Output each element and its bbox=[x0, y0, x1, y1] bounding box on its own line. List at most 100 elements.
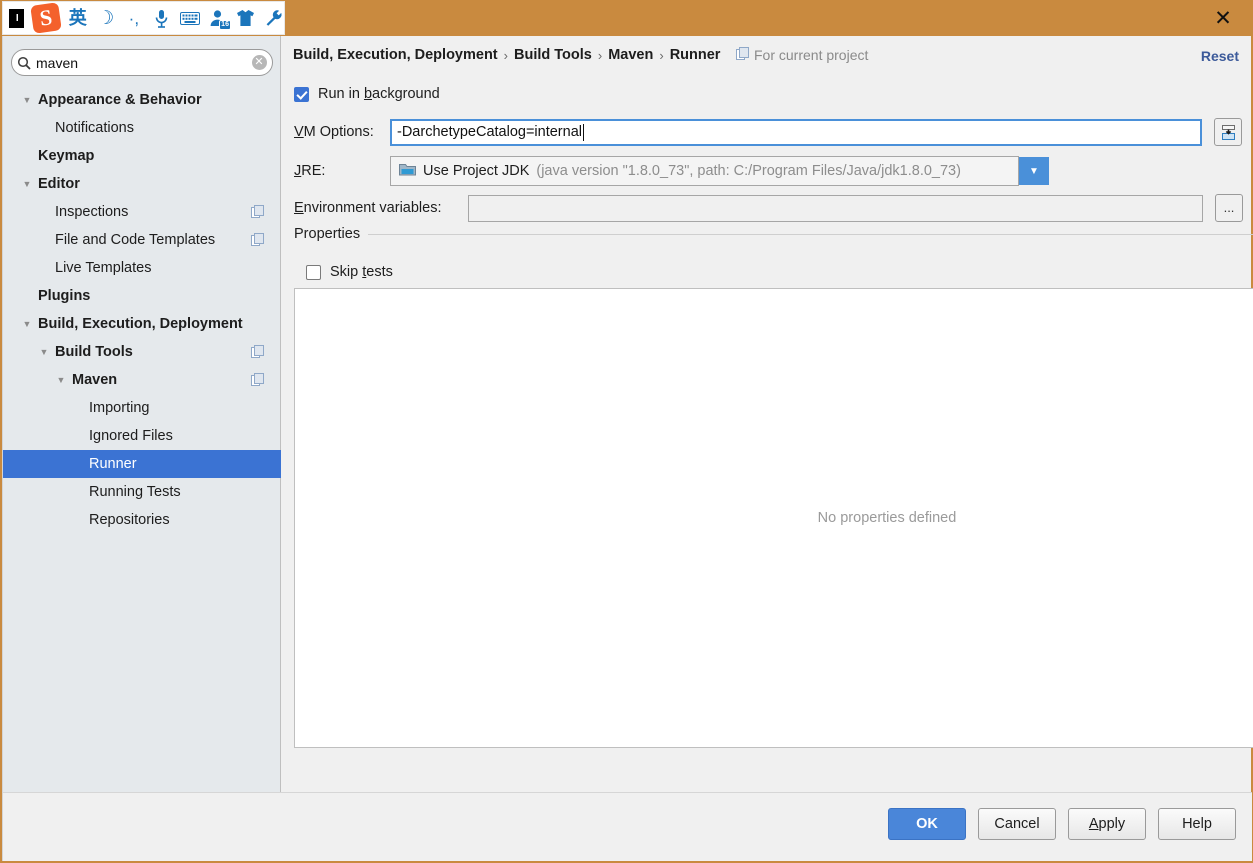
tree-expand-arrow-icon[interactable]: ▼ bbox=[38, 346, 50, 358]
sidebar-item-label: Running Tests bbox=[89, 484, 181, 500]
help-button[interactable]: Help bbox=[1158, 808, 1236, 840]
settings-search-box[interactable]: ✕ bbox=[11, 49, 273, 76]
search-icon bbox=[12, 50, 36, 75]
vm-options-value: -DarchetypeCatalog=internal bbox=[397, 124, 582, 140]
breadcrumb-separator: › bbox=[503, 47, 508, 63]
close-icon[interactable]: ✕ bbox=[1201, 0, 1245, 36]
sidebar-item-label: Repositories bbox=[89, 512, 170, 528]
vm-options-input[interactable]: -DarchetypeCatalog=internal bbox=[390, 118, 1202, 146]
tree-expand-arrow-icon[interactable]: ▼ bbox=[21, 318, 33, 330]
group-divider bbox=[368, 233, 1253, 235]
vm-options-expand-button[interactable] bbox=[1214, 118, 1242, 146]
sidebar-item-label: File and Code Templates bbox=[55, 232, 216, 248]
user-center-icon[interactable]: 16 bbox=[208, 6, 231, 30]
sidebar-item-label: Build, Execution, Deployment bbox=[38, 316, 243, 332]
sidebar-item-editor[interactable]: ▼ Editor bbox=[3, 170, 281, 198]
ime-input-mode-icon[interactable]: I bbox=[9, 8, 25, 28]
settings-sidebar: ✕ ▼ Appearance & Behavior Notifications Key… bbox=[3, 36, 281, 792]
sidebar-item-label: Runner bbox=[89, 456, 137, 472]
sidebar-item-label: Maven bbox=[72, 372, 118, 388]
moon-icon[interactable]: ☽ bbox=[96, 6, 116, 30]
sidebar-item-ignored-files[interactable]: Ignored Files bbox=[3, 422, 281, 450]
settings-dialog-window: I S 英 ☽ ·, 16 ✕ maven ✕ ▼ Appearance & B… bbox=[0, 0, 1253, 863]
breadcrumb-segment: Runner bbox=[669, 47, 721, 63]
breadcrumb: Build, Execution, Deployment › Build Tools… bbox=[293, 47, 720, 63]
breadcrumb-segment: Maven bbox=[608, 47, 654, 63]
ok-button[interactable]: OK bbox=[888, 808, 966, 840]
skin-shirt-icon[interactable] bbox=[236, 6, 256, 30]
sidebar-item-label: Inspections bbox=[55, 204, 129, 220]
tree-expand-arrow-icon[interactable]: ▼ bbox=[55, 374, 67, 386]
tree-expand-arrow-icon[interactable]: ▼ bbox=[21, 94, 33, 106]
skip-tests-row[interactable]: Skip tests bbox=[306, 264, 393, 280]
sidebar-item-label: Plugins bbox=[38, 288, 91, 304]
user-center-badge: 16 bbox=[219, 20, 231, 30]
sidebar-item-label: Build Tools bbox=[55, 344, 133, 360]
jre-detail: (java version "1.8.0_73", path: C:/Progr… bbox=[536, 163, 961, 179]
properties-group-header: Properties bbox=[294, 226, 1253, 242]
jre-label: JRE: bbox=[294, 163, 326, 179]
tree-expand-arrow-icon[interactable]: ▼ bbox=[21, 178, 33, 190]
text-caret bbox=[582, 123, 584, 141]
run-in-background-row[interactable]: Run in background bbox=[294, 86, 440, 102]
soft-keyboard-icon[interactable] bbox=[179, 6, 200, 30]
jre-value: Use Project JDK bbox=[423, 163, 530, 179]
environment-variables-browse-button[interactable]: ... bbox=[1215, 194, 1243, 222]
sidebar-item-running-tests[interactable]: Running Tests bbox=[3, 478, 281, 506]
comma-punctuation-icon[interactable]: ·, bbox=[124, 6, 144, 30]
properties-table[interactable]: No properties defined bbox=[294, 288, 1253, 748]
project-scope-label: For current project bbox=[754, 47, 869, 63]
properties-empty-message: No properties defined bbox=[817, 510, 957, 526]
search-input[interactable] bbox=[36, 54, 246, 71]
breadcrumb-separator: › bbox=[659, 47, 664, 63]
sidebar-item-repositories[interactable]: Repositories bbox=[3, 506, 281, 534]
jre-dropdown-arrow-icon[interactable]: ▼ bbox=[1019, 157, 1049, 185]
properties-group-title: Properties bbox=[294, 226, 361, 242]
sidebar-item-maven[interactable]: ▼ Maven bbox=[3, 366, 281, 394]
vm-options-label: VM Options: bbox=[294, 124, 374, 140]
jdk-folder-icon bbox=[399, 162, 416, 180]
settings-dialog: ✕ ▼ Appearance & Behavior Notifications Key… bbox=[2, 36, 1253, 861]
dialog-footer: OK Cancel Apply Help bbox=[3, 792, 1252, 861]
chinese-english-toggle-icon[interactable]: 英 bbox=[68, 6, 88, 30]
project-scope-icon bbox=[251, 233, 264, 246]
project-scope-icon bbox=[251, 373, 264, 386]
window-title-bar: I S 英 ☽ ·, 16 ✕ bbox=[0, 0, 1253, 36]
sidebar-item-plugins[interactable]: Plugins bbox=[3, 282, 281, 310]
clear-search-icon[interactable]: ✕ bbox=[246, 50, 272, 75]
sidebar-item-notifications[interactable]: Notifications bbox=[3, 114, 281, 142]
project-scope-icon bbox=[251, 205, 264, 218]
sidebar-item-label: Importing bbox=[89, 400, 150, 416]
run-in-background-checkbox[interactable] bbox=[294, 86, 309, 102]
toolbox-wrench-icon[interactable] bbox=[264, 6, 284, 30]
sidebar-item-build-tools[interactable]: ▼ Build Tools bbox=[3, 338, 281, 366]
sogou-logo-icon[interactable]: S bbox=[32, 3, 59, 33]
apply-button[interactable]: Apply bbox=[1068, 808, 1146, 840]
settings-tree: ▼ Appearance & Behavior Notifications Keyma… bbox=[3, 86, 281, 534]
jre-combobox[interactable]: Use Project JDK (java version "1.8.0_73"… bbox=[390, 156, 1019, 186]
skip-tests-checkbox[interactable] bbox=[306, 264, 321, 280]
sogou-ime-toolbar[interactable]: I S 英 ☽ ·, 16 bbox=[2, 1, 285, 35]
environment-variables-input[interactable] bbox=[468, 194, 1203, 222]
sidebar-item-label: Editor bbox=[38, 176, 80, 192]
sidebar-item-label: Keymap bbox=[38, 148, 95, 164]
sidebar-item-live-templates[interactable]: Live Templates bbox=[3, 254, 281, 282]
breadcrumb-separator: › bbox=[597, 47, 603, 63]
sidebar-item-label: Live Templates bbox=[55, 260, 152, 276]
reset-link[interactable]: Reset bbox=[1201, 48, 1239, 64]
sidebar-item-importing[interactable]: Importing bbox=[3, 394, 281, 422]
cancel-button[interactable]: Cancel bbox=[978, 808, 1056, 840]
jre-row: JRE: Use Project JDK (java version "1.8.… bbox=[294, 156, 1253, 186]
sidebar-item-file-and-code-templates[interactable]: File and Code Templates bbox=[3, 226, 281, 254]
sidebar-item-inspections[interactable]: Inspections bbox=[3, 198, 281, 226]
sidebar-item-label: Notifications bbox=[55, 120, 134, 136]
sidebar-item-appearance-behavior[interactable]: ▼ Appearance & Behavior bbox=[3, 86, 281, 114]
sidebar-item-build-execution-deployment[interactable]: ▼ Build, Execution, Deployment bbox=[3, 310, 281, 338]
run-in-background-label: Run in background bbox=[318, 86, 440, 102]
sidebar-item-keymap[interactable]: Keymap bbox=[3, 142, 281, 170]
settings-content-pane: Build, Execution, Deployment › Build Tools… bbox=[282, 36, 1253, 792]
microphone-icon[interactable] bbox=[152, 6, 172, 30]
sidebar-item-runner[interactable]: Runner bbox=[3, 450, 281, 478]
skip-tests-label: Skip tests bbox=[330, 264, 393, 280]
breadcrumb-segment: Build Tools bbox=[513, 47, 592, 63]
